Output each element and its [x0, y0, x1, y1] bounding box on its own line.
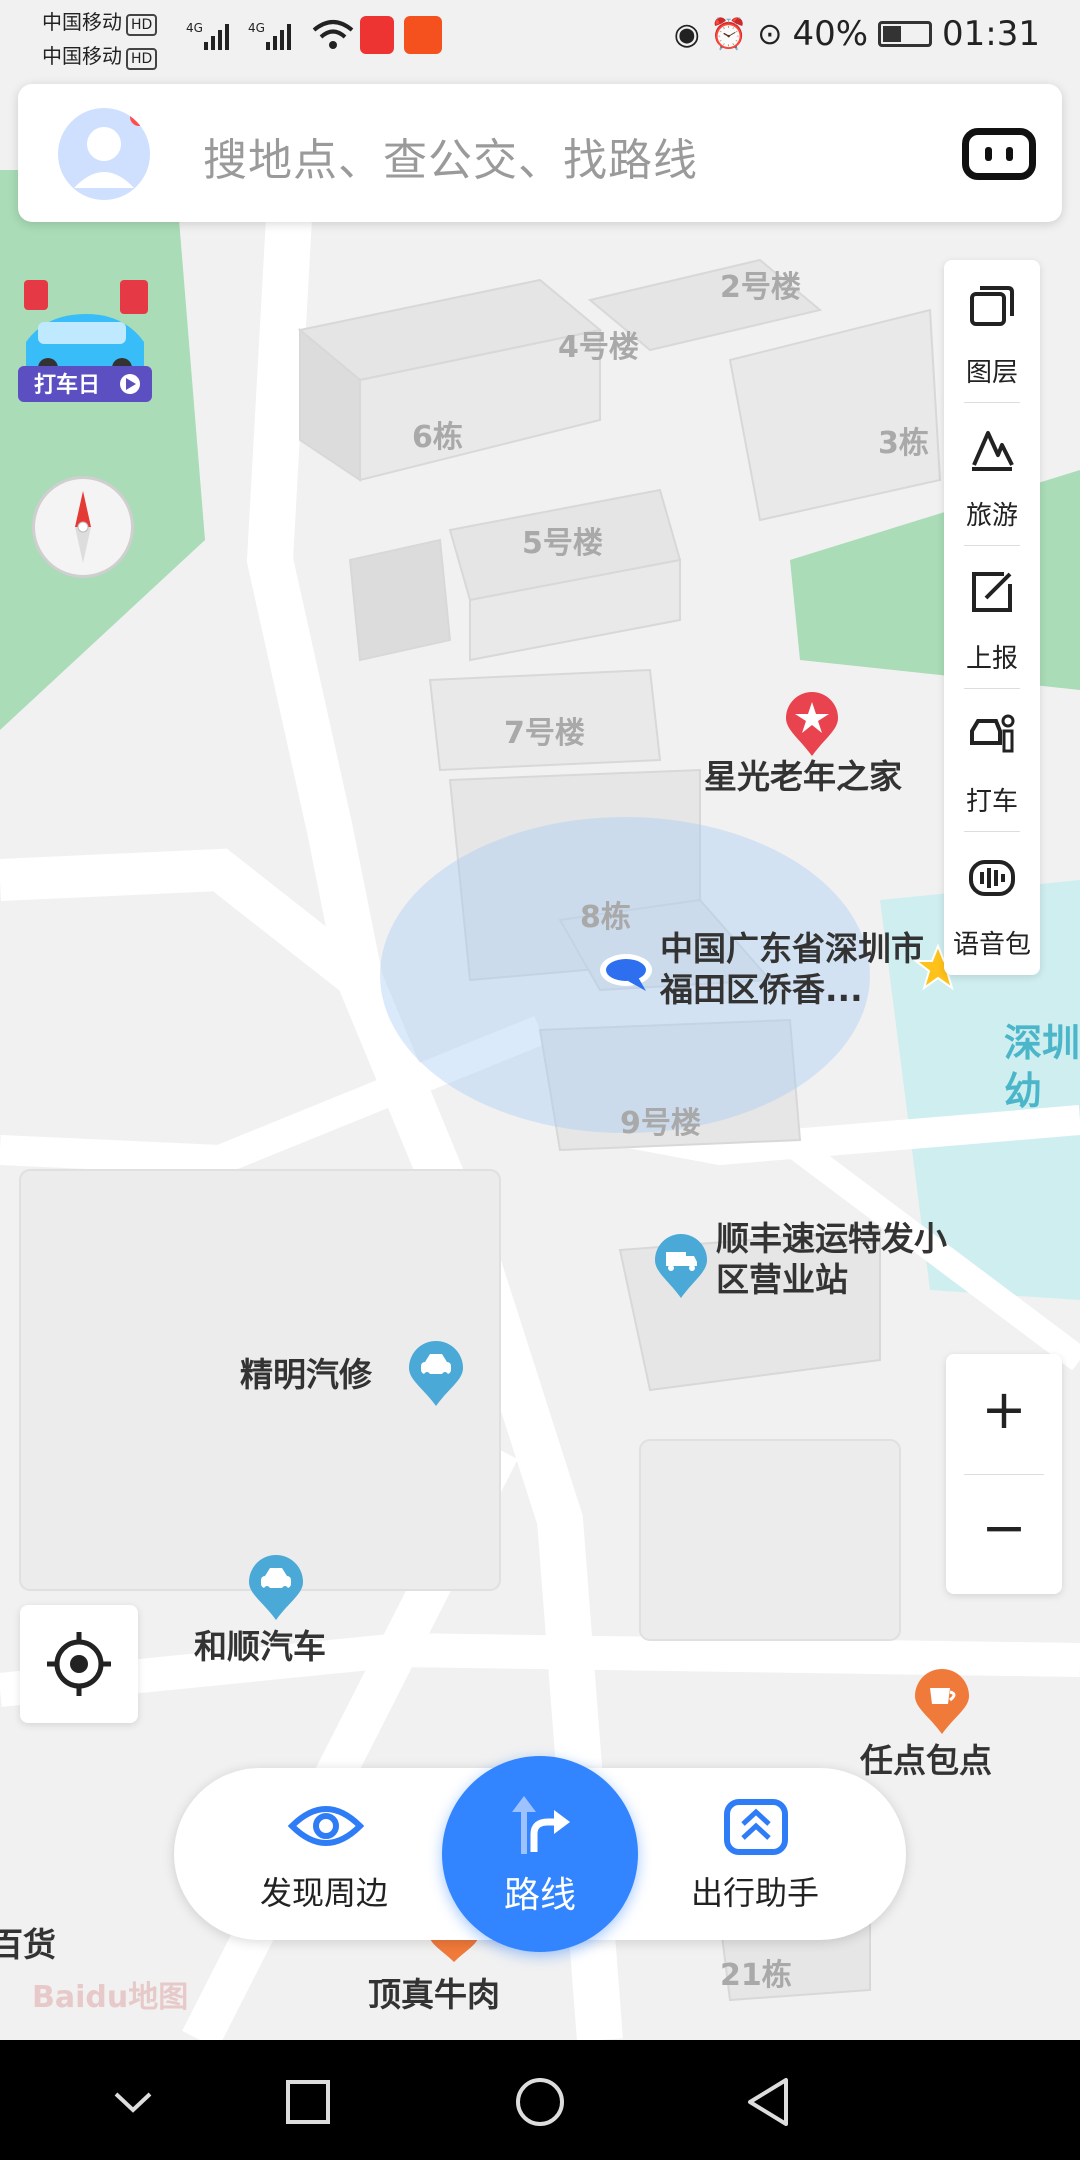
- building-label: 2号楼: [720, 270, 801, 305]
- travel-assistant-label: 出行助手: [690, 1874, 819, 1912]
- poi-label[interactable]: 精明汽修: [240, 1354, 372, 1395]
- layers-button[interactable]: 图层: [944, 260, 1040, 403]
- building-label: 9号楼: [620, 1106, 701, 1141]
- voice-pack-icon: [969, 860, 1015, 896]
- home-icon[interactable]: [514, 2076, 566, 2128]
- report-icon: [972, 572, 1012, 612]
- layers-label: 图层: [965, 358, 1018, 388]
- building-label: 7号楼: [504, 716, 585, 751]
- search-bar[interactable]: 搜地点、查公交、找路线: [18, 84, 1062, 222]
- battery-percent: 40%: [792, 14, 869, 54]
- travel-button[interactable]: 旅游: [944, 403, 1040, 546]
- taxi-promo-banner[interactable]: 打车日: [16, 270, 154, 408]
- poi-text: 顺丰速运特发小区营业站: [716, 1219, 947, 1300]
- carrier-1: 中国移动 HD: [42, 6, 158, 36]
- hd-badge: HD: [126, 14, 158, 36]
- building-label: 3栋: [878, 426, 929, 461]
- taxi-icon: [970, 714, 1015, 753]
- building-label: 21栋: [720, 1958, 792, 1993]
- poi-label-partial[interactable]: 百货: [0, 1924, 56, 1965]
- assistant-icon: [724, 1799, 788, 1855]
- kindergarten-label[interactable]: 深圳幼: [1004, 1020, 1080, 1115]
- current-location-label[interactable]: 中国广东省深圳市福田区侨香...: [660, 928, 930, 1011]
- location-icon: ⊙: [757, 16, 783, 52]
- crosshair-icon: [47, 1632, 111, 1696]
- carrier-1-name: 中国移动: [42, 10, 122, 34]
- map-tools-panel: 图层 旅游 上报 打车 语音包: [944, 260, 1040, 975]
- zoom-control: + −: [946, 1354, 1062, 1594]
- delivery-truck-icon: [655, 1234, 707, 1298]
- poi-text: 百货: [0, 1925, 56, 1964]
- taxi-button[interactable]: 打车: [944, 689, 1040, 832]
- travel-label: 旅游: [965, 501, 1018, 531]
- app-notification-icon: [404, 16, 442, 54]
- compass-button[interactable]: [32, 476, 134, 578]
- mic-icon: [360, 16, 394, 54]
- voice-pack-button[interactable]: 语音包: [944, 832, 1040, 975]
- travel-assistant-button[interactable]: 出行助手: [655, 1768, 855, 1940]
- compass-icon: [75, 491, 91, 563]
- search-input[interactable]: 搜地点、查公交、找路线: [203, 124, 698, 188]
- svg-text:4G: 4G: [248, 21, 265, 35]
- route-button[interactable]: 路线: [442, 1756, 638, 1952]
- alarm-icon: ⏰: [709, 16, 748, 52]
- location-arrow-icon: [600, 954, 652, 991]
- wifi-icon: [312, 20, 354, 49]
- recents-icon[interactable]: [284, 2078, 332, 2126]
- discover-nearby-button[interactable]: 发现周边: [224, 1768, 424, 1940]
- baidu-watermark: Baidu地图: [32, 1980, 189, 2015]
- building-label: 5号楼: [522, 526, 603, 561]
- poi-label[interactable]: 顶真牛肉: [368, 1974, 500, 2015]
- carrier-2-name: 中国移动: [42, 44, 122, 68]
- car-repair-icon: [409, 1341, 463, 1406]
- kindergarten-text: 深圳幼: [1004, 1021, 1080, 1113]
- svg-text:4G: 4G: [186, 21, 203, 35]
- car-icon: [249, 1555, 303, 1620]
- eye-icon: [288, 1806, 364, 1846]
- poi-label[interactable]: 任点包点: [860, 1740, 992, 1781]
- system-navigation-bar: [0, 2040, 1080, 2160]
- notification-dot: [130, 108, 148, 126]
- voice-assistant-icon[interactable]: [962, 128, 1036, 180]
- clock: 01:31: [942, 14, 1040, 54]
- layers-icon: [970, 286, 1014, 326]
- hd-badge: HD: [126, 48, 158, 70]
- poi-label[interactable]: 顺丰速运特发小区营业站: [716, 1218, 976, 1301]
- route-label: 路线: [503, 1875, 576, 1916]
- avatar[interactable]: [58, 108, 150, 200]
- travel-icon: [972, 431, 1014, 471]
- report-button[interactable]: 上报: [944, 546, 1040, 689]
- eye-icon: ◉: [673, 16, 700, 52]
- report-label: 上报: [965, 644, 1018, 674]
- current-location-text: 中国广东省深圳市福田区侨香...: [660, 929, 924, 1010]
- zoom-out-button[interactable]: −: [946, 1496, 1062, 1559]
- star-pin-icon: [786, 692, 838, 756]
- battery-icon: [878, 21, 933, 47]
- status-bar: 中国移动 HD 中国移动 HD 4G 4G ◉ ⏰ ⊙ 40% 01:31: [0, 0, 1080, 72]
- discover-nearby-label: 发现周边: [259, 1874, 388, 1912]
- taxi-label: 打车: [965, 787, 1018, 817]
- poi-label[interactable]: 星光老年之家: [704, 756, 902, 797]
- voice-pack-label: 语音包: [952, 930, 1031, 960]
- promo-label: 打车日: [34, 372, 100, 398]
- poi-label[interactable]: 和顺汽车: [194, 1626, 326, 1667]
- carrier-2: 中国移动 HD: [42, 40, 158, 70]
- zoom-in-button[interactable]: +: [946, 1378, 1062, 1441]
- building-label: 6栋: [412, 420, 463, 455]
- status-right: ◉ ⏰ ⊙ 40% 01:31: [674, 14, 1040, 54]
- route-arrow-icon: [512, 1796, 570, 1854]
- cafe-icon: [915, 1669, 969, 1734]
- building-label: 4号楼: [558, 330, 639, 365]
- chevron-down-icon[interactable]: [112, 2080, 154, 2122]
- back-icon[interactable]: [744, 2076, 792, 2128]
- divider: [964, 1474, 1044, 1475]
- locate-me-button[interactable]: [20, 1605, 138, 1723]
- building-label: 8栋: [580, 900, 631, 935]
